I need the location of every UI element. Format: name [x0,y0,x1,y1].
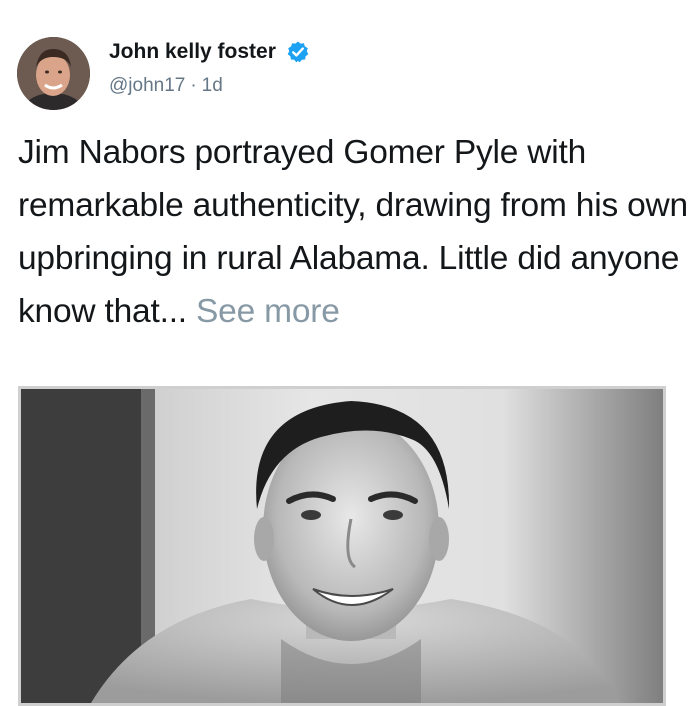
tweet-photo[interactable] [18,386,666,706]
author-name[interactable]: John kelly foster [109,40,276,64]
author-handle[interactable]: @john17 [109,75,185,96]
author-avatar[interactable] [17,37,90,110]
separator-dot: · [190,75,197,96]
tweet-text: Jim Nabors portrayed Gomer Pyle with rem… [18,126,690,338]
handle-line: @john17 · 1d [109,75,223,97]
verified-badge-icon [286,40,310,64]
portrait-photo-image [21,389,663,703]
tweet-header: John kelly foster @john17 · 1d [17,37,677,111]
see-more-link[interactable]: See more [196,293,340,330]
tweet-timestamp[interactable]: 1d [202,75,223,96]
avatar-portrait-image [17,37,90,110]
author-line: John kelly foster [109,40,310,64]
tweet-body: Jim Nabors portrayed Gomer Pyle with rem… [18,134,688,330]
